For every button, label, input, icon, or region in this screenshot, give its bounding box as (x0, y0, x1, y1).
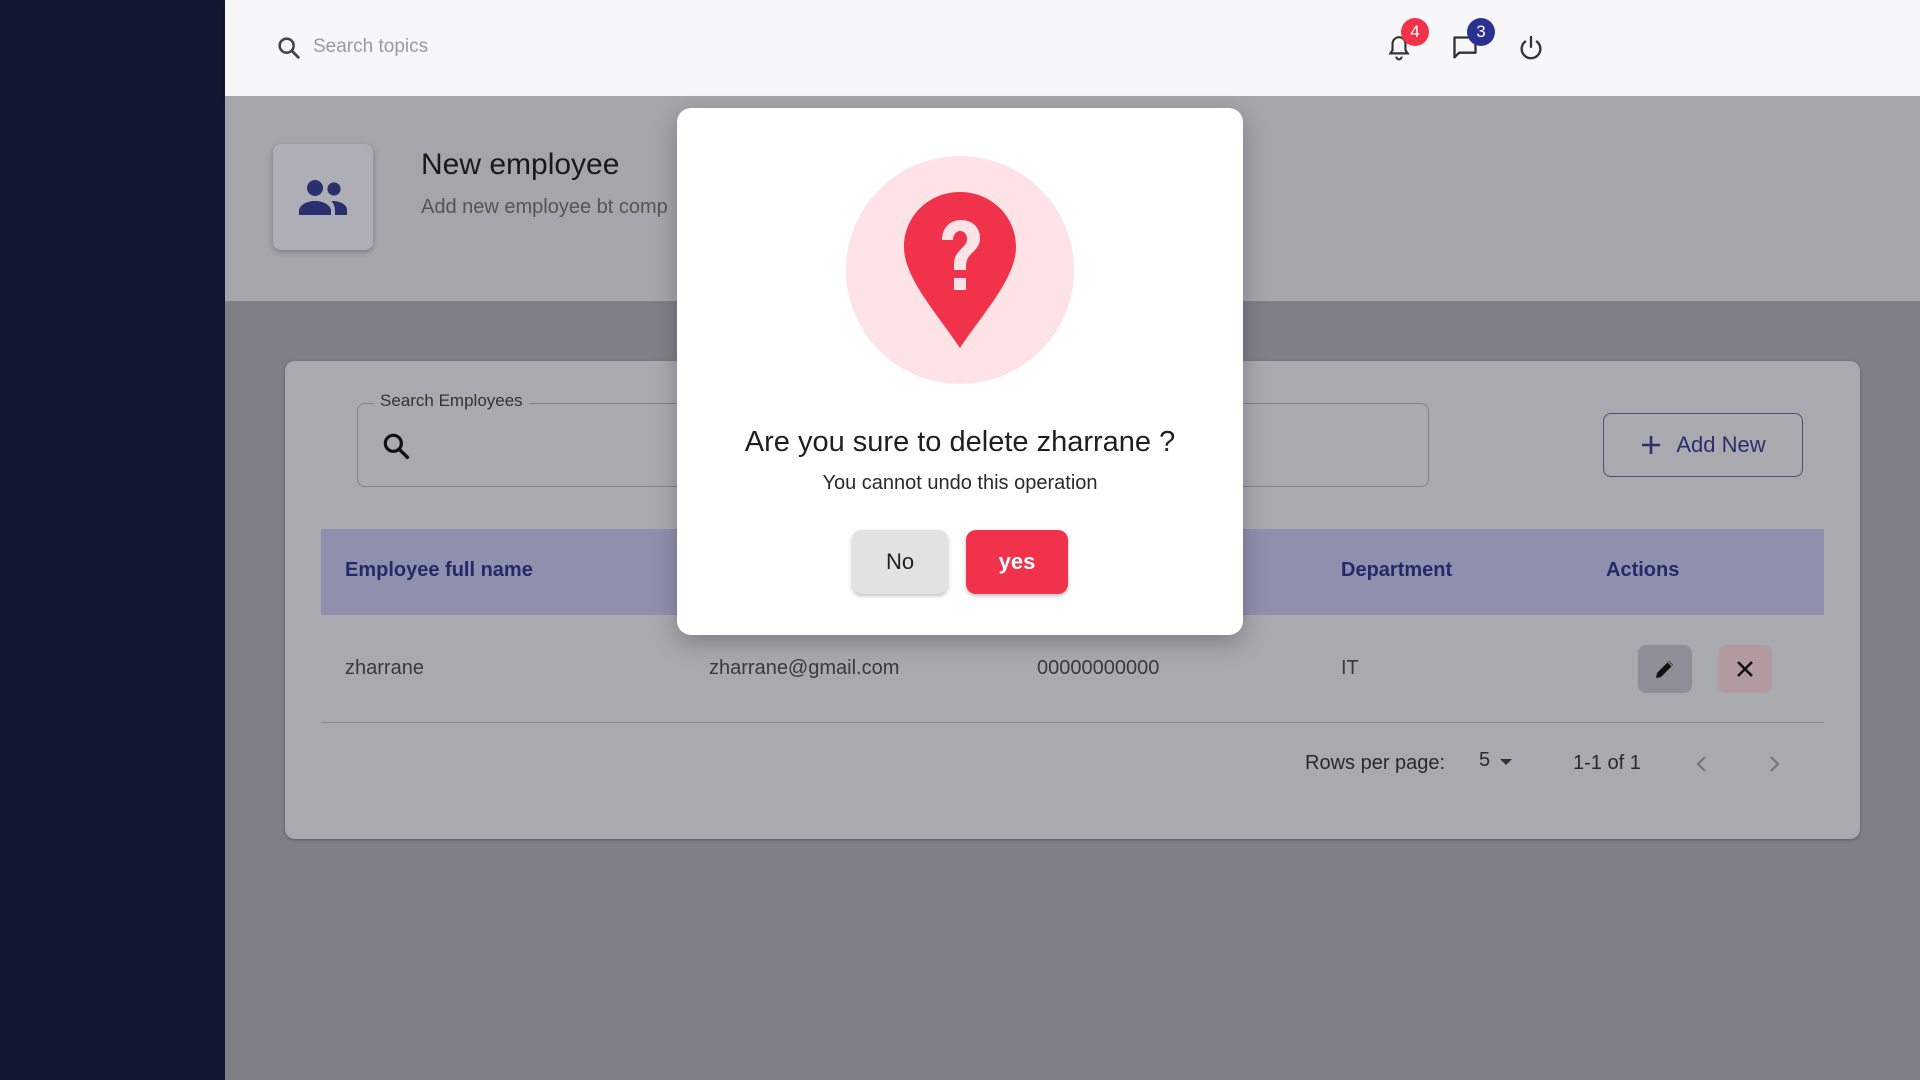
dialog-title: Are you sure to delete zharrane ? (744, 426, 1176, 458)
chevron-right-icon (1770, 756, 1780, 772)
cell-name: zharrane (345, 657, 424, 679)
search-employees-label: Search Employees (374, 391, 529, 411)
caret-down-icon (1500, 758, 1513, 765)
next-page-button[interactable] (1757, 747, 1791, 781)
search-icon (278, 37, 300, 59)
notifications-button[interactable]: 4 (1381, 18, 1429, 66)
column-header-name: Employee full name (345, 559, 533, 581)
plus-icon (1642, 436, 1661, 454)
page-subtitle: Add new employee bt comp (421, 196, 668, 218)
dialog-no-button[interactable]: No (852, 530, 948, 594)
dialog-yes-button[interactable]: yes (966, 530, 1068, 594)
rows-per-page-select[interactable]: 5 (1479, 749, 1516, 772)
page-title: New employee (421, 148, 620, 181)
search-icon (383, 433, 410, 460)
cell-email: zharrane@gmail.com (709, 657, 900, 679)
cell-phone: 00000000000 (1037, 657, 1160, 679)
rows-per-page-label: Rows per page: (1305, 752, 1446, 774)
previous-page-button[interactable] (1685, 747, 1719, 781)
edit-button[interactable] (1638, 645, 1692, 693)
notifications-badge: 4 (1401, 18, 1429, 46)
column-header-department: Department (1341, 559, 1453, 581)
rows-per-page-value: 5 (1479, 749, 1491, 771)
logout-button[interactable] (1513, 30, 1549, 66)
cell-department: IT (1341, 657, 1359, 679)
search-topics-input[interactable] (313, 28, 713, 66)
confirm-delete-dialog: Are you sure to delete zharrane ? You ca… (677, 108, 1243, 635)
power-icon (1520, 35, 1542, 60)
people-icon (299, 180, 347, 215)
messages-badge: 3 (1467, 18, 1495, 46)
delete-button[interactable] (1718, 645, 1772, 693)
messages-button[interactable]: 3 (1447, 18, 1495, 66)
top-bar: 4 3 (225, 0, 1920, 96)
pagination: Rows per page: 5 1-1 of 1 (321, 723, 1824, 803)
sidebar (0, 0, 225, 1080)
dialog-icon-circle (846, 156, 1074, 384)
pencil-icon (1656, 661, 1673, 678)
add-new-label: Add New (1676, 432, 1766, 457)
dialog-subtitle: You cannot undo this operation (822, 472, 1098, 494)
close-icon (1737, 661, 1753, 677)
question-pin-icon (904, 192, 1016, 348)
chevron-left-icon (1696, 756, 1706, 772)
add-new-button[interactable]: Add New (1603, 413, 1803, 477)
header-icon-box (273, 144, 373, 250)
column-header-actions: Actions (1606, 559, 1680, 581)
pagination-range: 1-1 of 1 (1573, 752, 1641, 774)
